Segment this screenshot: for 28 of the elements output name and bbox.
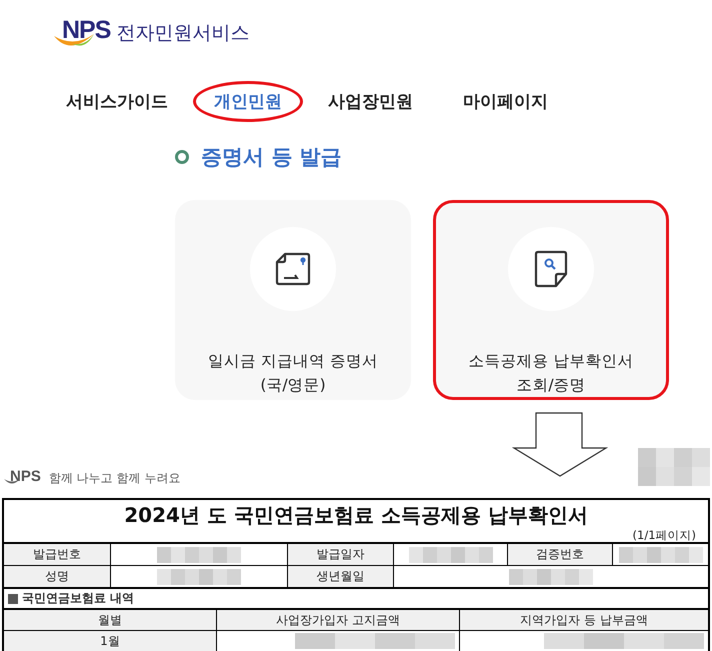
logo: NPS <box>4 468 41 488</box>
document-title: 2024년 도 국민연금보험료 소득공제용 납부확인서 <box>123 502 589 528</box>
column-header: 지역가입자 등 납부금액 <box>460 610 708 630</box>
field-label: 성명 <box>4 566 111 587</box>
service-card[interactable]: 소득공제용 납부확인서 조회/증명 <box>433 200 669 400</box>
field-label: 생년월일 <box>288 566 394 587</box>
column-header: 사업장가입자 고지금액 <box>217 610 460 630</box>
nav-tab[interactable]: 개인민원 <box>193 80 303 122</box>
logo: NPS <box>52 14 110 52</box>
field-label: 검증번호 <box>508 544 613 565</box>
field-label: 발급일자 <box>288 544 394 565</box>
nav-tab[interactable]: 마이페이지 <box>460 80 551 122</box>
document-search-icon <box>534 250 568 288</box>
page-number: (1/1페이지) <box>632 528 697 542</box>
site-title: 전자민원서비스 <box>116 21 250 46</box>
nav-tab[interactable]: 서비스가이드 <box>63 80 171 122</box>
document-icon <box>275 251 311 287</box>
column-header: 월별 <box>4 610 217 630</box>
down-arrow-icon <box>512 412 608 478</box>
card-label: 일시금 지급내역 증명서 (국/영문) <box>208 351 378 396</box>
card-label: 소득공제용 납부확인서 조회/증명 <box>468 351 634 396</box>
bullet-icon <box>175 150 189 164</box>
field-label: 발급번호 <box>4 544 111 565</box>
table-cell: 1월 <box>4 631 217 651</box>
service-card[interactable]: 일시금 지급내역 증명서 (국/영문) <box>175 200 411 400</box>
slogan: 함께 나누고 함께 누려요 <box>48 470 180 486</box>
nav-tab[interactable]: 사업장민원 <box>325 80 416 122</box>
section-title: 증명서 등 발급 <box>201 144 342 171</box>
